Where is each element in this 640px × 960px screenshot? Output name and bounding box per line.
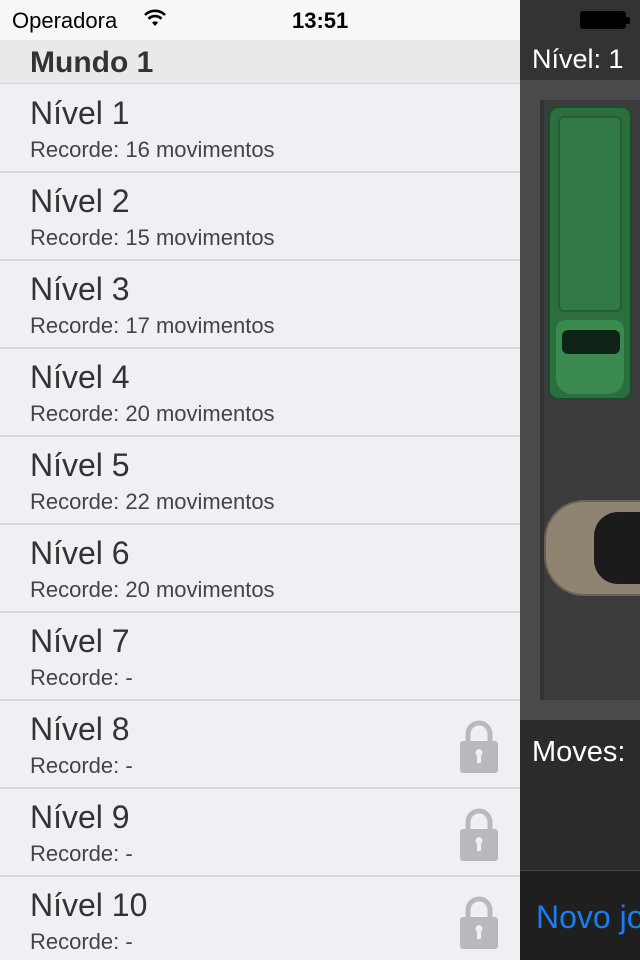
level-row[interactable]: Nível 1 Recorde: 16 movimentos	[0, 85, 520, 173]
level-record: Recorde: 20 movimentos	[30, 577, 275, 602]
level-title: Nível 3	[30, 271, 130, 307]
level-record: Recorde: 20 movimentos	[30, 401, 275, 426]
status-bar: Operadora 13:51	[0, 0, 520, 40]
lock-icon	[460, 808, 498, 861]
level-list: Nível 1 Recorde: 16 movimentos Nível 2 Reco…	[0, 85, 520, 960]
level-title: Nível 5	[30, 447, 130, 483]
game-board[interactable]	[520, 80, 640, 720]
game-top-bar: Nível: 1	[520, 0, 640, 80]
lock-icon	[460, 896, 498, 949]
level-row[interactable]: Nível 5 Recorde: 22 movimentos	[0, 437, 520, 525]
wifi-icon	[144, 9, 166, 26]
level-row[interactable]: Nível 9 Recorde: -	[0, 789, 520, 877]
level-title: Nível 6	[30, 535, 130, 571]
level-row[interactable]: Nível 10 Recorde: -	[0, 877, 520, 960]
level-title: Nível 4	[30, 359, 130, 395]
truck-piece[interactable]	[548, 106, 632, 400]
level-row[interactable]: Nível 7 Recorde: -	[0, 613, 520, 701]
level-label: Nível: 1	[532, 44, 624, 74]
lock-icon	[460, 720, 498, 773]
level-title: Nível 8	[30, 711, 130, 747]
level-row[interactable]: Nível 3 Recorde: 17 movimentos	[0, 261, 520, 349]
status-time: 13:51	[292, 8, 349, 33]
level-record: Recorde: 16 movimentos	[30, 137, 275, 162]
level-title: Nível 2	[30, 183, 130, 219]
game-view: Nível: 1 Moves: Novo jogo	[520, 0, 640, 960]
level-menu: Operadora 13:51 Mundo 1 Nível 1 Recorde: …	[0, 0, 520, 960]
level-title: Nível 10	[30, 887, 148, 923]
level-record: Recorde: -	[30, 753, 133, 778]
level-record: Recorde: 22 movimentos	[30, 489, 275, 514]
section-title: Mundo 1	[30, 46, 154, 79]
carrier-name: Operadora	[12, 8, 118, 33]
car-piece[interactable]	[544, 500, 640, 596]
truck-bed	[558, 116, 622, 312]
level-row[interactable]: Nível 8 Recorde: -	[0, 701, 520, 789]
level-record: Recorde: -	[30, 929, 133, 954]
game-bottom-bar: Novo jogo	[520, 870, 640, 960]
level-title: Nível 9	[30, 799, 130, 835]
level-record: Recorde: -	[30, 841, 133, 866]
level-record: Recorde: 15 movimentos	[30, 225, 275, 250]
level-row[interactable]: Nível 4 Recorde: 20 movimentos	[0, 349, 520, 437]
moves-label: Moves:	[532, 736, 626, 768]
level-record: Recorde: -	[30, 665, 133, 690]
car-roof	[594, 512, 640, 584]
truck-windshield	[562, 330, 620, 354]
battery-icon	[580, 11, 630, 29]
new-game-button[interactable]: Novo jogo	[536, 899, 640, 936]
level-row[interactable]: Nível 6 Recorde: 20 movimentos	[0, 525, 520, 613]
level-title: Nível 1	[30, 95, 130, 131]
level-title: Nível 7	[30, 623, 130, 659]
section-header: Mundo 1	[0, 40, 520, 84]
level-record: Recorde: 17 movimentos	[30, 313, 275, 338]
level-row[interactable]: Nível 2 Recorde: 15 movimentos	[0, 173, 520, 261]
